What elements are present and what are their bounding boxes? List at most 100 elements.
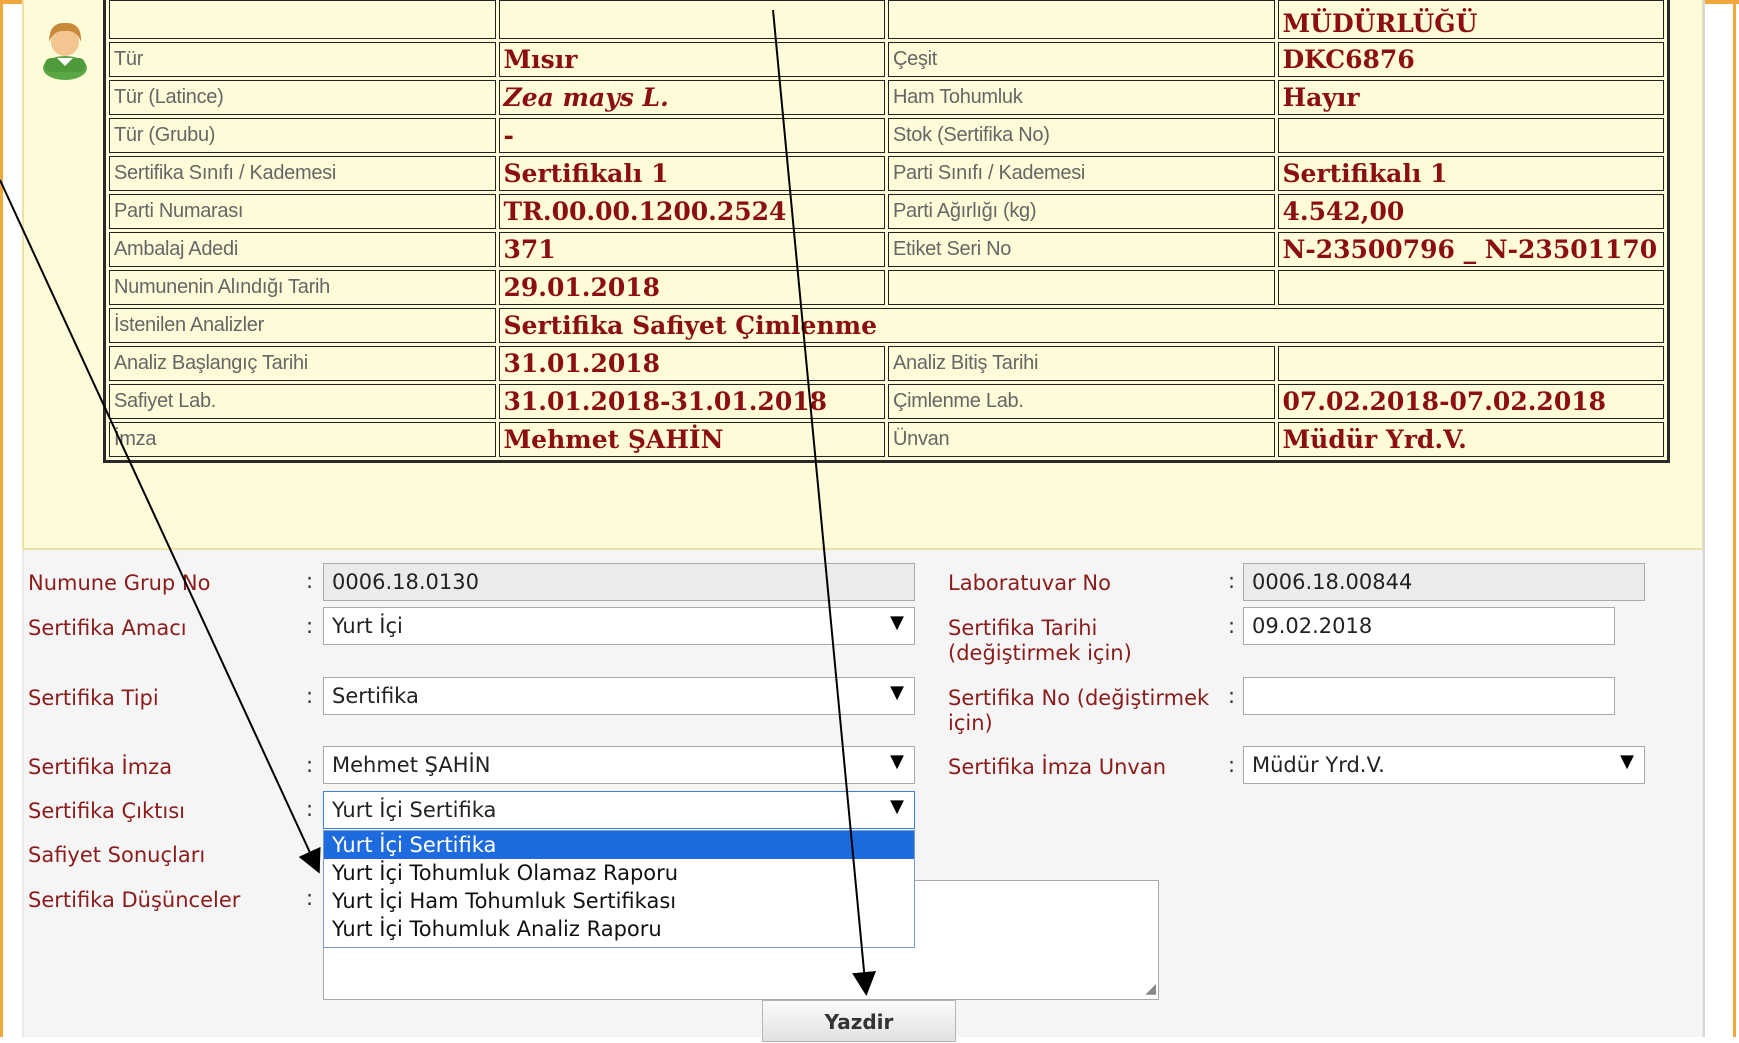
row-label: Analiz Başlangıç Tarihi [109,346,496,381]
table-row: Numunenin Alındığı Tarih 29.01.2018 [109,270,1664,305]
label-line: Sertifika No (değiştirmek [948,686,1210,710]
row-value: 31.01.2018 [498,346,885,381]
selected-value: Yurt İçi Sertifika [332,798,497,822]
row-value: - [498,118,885,153]
row-value: MÜDÜRLÜĞÜ [1277,0,1664,39]
table-row: Parti Numarası TR.00.00.1200.2524 Parti … [109,194,1664,229]
row-label: Parti Ağırlığı (kg) [888,194,1275,229]
label-line: (değiştirmek için) [948,641,1132,665]
table-row: Sertifika Sınıfı / Kademesi Sertifikalı … [109,156,1664,191]
row-value: 07.02.2018-07.02.2018 [1277,384,1664,419]
row-label: Parti Numarası [109,194,496,229]
row-value: TR.00.00.1200.2524 [498,194,885,229]
row-label: Etiket Seri No [888,232,1275,267]
sertifika-no-input[interactable] [1243,677,1615,715]
row-value: 371 [498,232,885,267]
table-row: Analiz Başlangıç Tarihi 31.01.2018 Anali… [109,346,1664,381]
row-value [1277,118,1664,153]
user-icon [43,22,87,80]
row-label: Çimlenme Lab. [888,384,1275,419]
row-label: Numunenin Alındığı Tarih [109,270,496,305]
row-label: Parti Sınıfı / Kademesi [888,156,1275,191]
dropdown-arrow-icon: ▼ [1620,751,1634,772]
laboratuvar-no-label: Laboratuvar No [948,571,1111,595]
row-value: 29.01.2018 [498,270,885,305]
table-row: Ambalaj Adedi 371 Etiket Seri No N-23500… [109,232,1664,267]
row-value: Sertifika Safiyet Çimlenme [498,308,1664,343]
row-label: Analiz Bitiş Tarihi [888,346,1275,381]
sertifika-imza-unvan-label: Sertifika İmza Unvan [948,755,1167,779]
row-label: Tür (Grubu) [109,118,496,153]
dropdown-option[interactable]: Yurt İçi Ham Tohumluk Sertifikası [324,887,914,915]
dropdown-option[interactable]: Yurt İçi Sertifika [324,831,914,859]
window-frame-left [0,0,3,1037]
row-value [498,0,885,39]
sample-info-table: MÜDÜRLÜĞÜ Tür Mısır Çeşit DKC6876 Tür (L… [103,0,1670,463]
row-label: İmza [109,422,496,457]
resize-handle-icon[interactable]: ◢ [1145,981,1156,997]
row-label: Safiyet Lab. [109,384,496,419]
numune-grup-no-field: 0006.18.0130 [323,563,915,601]
numune-grup-no-label: Numune Grup No [28,571,211,595]
row-value: Mehmet ŞAHİN [498,422,885,457]
row-value: Hayır [1277,80,1664,115]
row-label [888,270,1275,305]
row-label: İstenilen Analizler [109,308,496,343]
colon: : [306,569,314,593]
colon: : [306,614,314,638]
sertifika-no-label: Sertifika No (değiştirmek için) [948,686,1209,736]
row-value: Sertifikalı 1 [1277,156,1664,191]
table-row: Tür (Grubu) - Stok (Sertifika No) [109,118,1664,153]
sertifika-tarihi-label: Sertifika Tarihi (değiştirmek için) [948,616,1132,666]
table-row: Tür (Latince) Zea mays L. Ham Tohumluk H… [109,80,1664,115]
table-row: Safiyet Lab. 31.01.2018-31.01.2018 Çimle… [109,384,1664,419]
table-row: İstenilen Analizler Sertifika Safiyet Çi… [109,308,1664,343]
colon: : [1228,614,1236,638]
laboratuvar-no-field: 0006.18.00844 [1243,563,1645,601]
table-row: MÜDÜRLÜĞÜ [109,0,1664,39]
dropdown-arrow-icon: ▼ [890,796,904,817]
sertifika-tipi-select[interactable]: Sertifika ▼ [323,677,915,715]
row-label: Ambalaj Adedi [109,232,496,267]
sertifika-amaci-select[interactable]: Yurt İçi ▼ [323,607,915,645]
sertifika-imza-select[interactable]: Mehmet ŞAHİN ▼ [323,746,915,784]
selected-value: Yurt İçi [332,614,403,638]
label-line: için) [948,711,993,735]
row-value: Müdür Yrd.V. [1277,422,1664,457]
sertifika-ciktisi-label: Sertifika Çıktısı [28,799,186,823]
print-button[interactable]: Yazdir [762,1000,956,1042]
dropdown-option[interactable]: Yurt İçi Tohumluk Analiz Raporu [324,915,914,943]
dropdown-option[interactable]: Yurt İçi Tohumluk Olamaz Raporu [324,859,914,887]
colon: : [306,886,314,910]
dropdown-arrow-icon: ▼ [890,682,904,703]
row-value: 31.01.2018-31.01.2018 [498,384,885,419]
scroll-edge [1703,0,1705,1037]
row-value: Zea mays L. [498,80,885,115]
colon: : [1228,753,1236,777]
window-frame-right [1733,0,1736,1037]
row-value [1277,346,1664,381]
row-value: DKC6876 [1277,42,1664,77]
colon: : [306,684,314,708]
label-line: Sertifika Tarihi [948,616,1098,640]
sertifika-tipi-label: Sertifika Tipi [28,686,159,710]
row-label: Çeşit [888,42,1275,77]
sertifika-amaci-label: Sertifika Amacı [28,616,187,640]
row-label [888,0,1275,39]
row-value: Mısır [498,42,885,77]
dropdown-arrow-icon: ▼ [890,751,904,772]
sertifika-tarihi-input[interactable]: 09.02.2018 [1243,607,1615,645]
sertifika-imza-label: Sertifika İmza [28,755,173,779]
row-value: Sertifikalı 1 [498,156,885,191]
row-label: Ham Tohumluk [888,80,1275,115]
sertifika-imza-unvan-select[interactable]: Müdür Yrd.V. ▼ [1243,746,1645,784]
selected-value: Müdür Yrd.V. [1252,753,1385,777]
row-label: Tür (Latince) [109,80,496,115]
row-value [1277,270,1664,305]
sertifika-dusunceler-label: Sertifika Düşünceler [28,888,241,912]
safiyet-sonuclari-label: Safiyet Sonuçları [28,843,206,867]
sertifika-ciktisi-select[interactable]: Yurt İçi Sertifika ▼ [323,791,915,829]
selected-value: Mehmet ŞAHİN [332,753,491,777]
colon: : [1228,684,1236,708]
row-value: 4.542,00 [1277,194,1664,229]
